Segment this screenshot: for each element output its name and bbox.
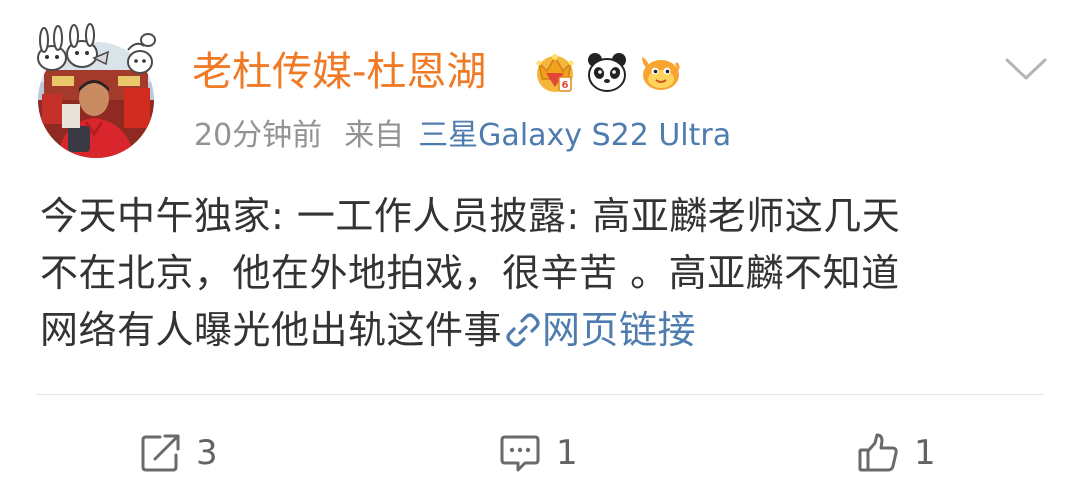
source-prefix: 来自 bbox=[344, 118, 405, 153]
avatar-pendant-icon bbox=[37, 23, 156, 74]
user-badges: 6 bbox=[532, 48, 682, 96]
post-text-line: 不在北京，他在外地拍戏，很辛苦 。高亚麟不知道 bbox=[40, 251, 900, 295]
repost-button[interactable]: 3 bbox=[138, 428, 218, 478]
crown-badge-icon[interactable]: 6 bbox=[532, 49, 578, 95]
svg-text:6: 6 bbox=[562, 80, 569, 91]
like-button[interactable]: 1 bbox=[856, 428, 936, 478]
repost-count: 3 bbox=[196, 433, 218, 473]
fish-badge-icon[interactable] bbox=[636, 49, 682, 95]
post-text-segment: 网络有人曝光他出轨这件事 bbox=[40, 308, 503, 352]
web-link[interactable]: 网页链接 bbox=[502, 308, 696, 352]
weibo-post: 老杜传媒-杜恩湖 6 20分钟前 来自 三星Galaxy S22 Ultra 今… bbox=[0, 0, 1080, 502]
chevron-down-icon[interactable] bbox=[1004, 56, 1048, 82]
panda-badge-icon[interactable] bbox=[584, 49, 630, 95]
comment-button[interactable]: 1 bbox=[498, 428, 578, 478]
post-meta: 20分钟前 来自 三星Galaxy S22 Ultra bbox=[194, 114, 731, 158]
comment-count: 1 bbox=[556, 433, 578, 473]
link-icon bbox=[506, 313, 540, 347]
comment-icon bbox=[500, 435, 540, 472]
like-count: 1 bbox=[914, 433, 936, 473]
thumbs-up-icon bbox=[858, 433, 898, 472]
post-content: 今天中午独家: 一工作人员披露: 高亚麟老师这几天 不在北京，他在外地拍戏，很辛… bbox=[40, 188, 1050, 359]
source-device[interactable]: 三星Galaxy S22 Ultra bbox=[418, 118, 731, 153]
post-time: 20分钟前 bbox=[194, 118, 323, 153]
username[interactable]: 老杜传媒-杜恩湖 bbox=[192, 44, 486, 100]
web-link-label: 网页链接 bbox=[542, 308, 697, 352]
repost-icon bbox=[141, 434, 180, 472]
divider bbox=[36, 394, 1044, 395]
post-text-line: 今天中午独家: 一工作人员披露: 高亚麟老师这几天 bbox=[40, 194, 901, 238]
post-text-line: 网络有人曝光他出轨这件事 网页链接 bbox=[40, 302, 1050, 359]
